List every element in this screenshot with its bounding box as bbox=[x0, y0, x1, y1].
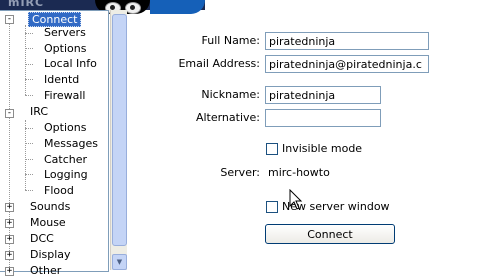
email-address-field[interactable]: piratedninja@piratedninja.c bbox=[265, 55, 429, 73]
scrollbar-thumb[interactable] bbox=[112, 14, 127, 246]
alternative-label: Alternative: bbox=[195, 111, 260, 124]
options-tree[interactable]: - Connect Servers Options Local Info Ide… bbox=[0, 10, 109, 277]
expand-dcc-icon[interactable]: + bbox=[5, 235, 14, 244]
logo-text: mIRC bbox=[8, 0, 45, 9]
full-name-field[interactable]: piratedninja bbox=[265, 32, 429, 50]
expand-display-icon[interactable]: + bbox=[5, 251, 14, 260]
tree-item-dcc[interactable]: DCC bbox=[30, 231, 54, 246]
tree-item-other[interactable]: Other bbox=[30, 263, 61, 278]
server-label: Server: bbox=[220, 166, 260, 179]
connect-button[interactable]: Connect bbox=[265, 224, 395, 244]
invisible-mode-label: Invisible mode bbox=[282, 142, 363, 155]
tree-item-logging[interactable]: Logging bbox=[44, 167, 88, 182]
full-name-label: Full Name: bbox=[201, 34, 260, 47]
tree-item-local-info[interactable]: Local Info bbox=[44, 56, 97, 71]
tree-item-display[interactable]: Display bbox=[30, 247, 71, 262]
new-server-window-checkbox[interactable] bbox=[266, 201, 278, 213]
tree-item-servers[interactable]: Servers bbox=[44, 25, 86, 40]
tree-item-irc-options[interactable]: Options bbox=[44, 120, 86, 135]
nickname-label: Nickname: bbox=[201, 88, 260, 101]
alternative-field[interactable] bbox=[265, 109, 381, 127]
tree-item-irc[interactable]: IRC bbox=[30, 104, 48, 119]
server-value: mirc-howto bbox=[268, 166, 330, 179]
arrow-cursor-icon bbox=[289, 189, 303, 210]
expand-other-icon[interactable]: + bbox=[5, 267, 14, 276]
logo-wing-icon bbox=[150, 0, 205, 14]
collapse-connect-icon[interactable]: - bbox=[5, 15, 14, 24]
tree-item-mouse[interactable]: Mouse bbox=[30, 215, 66, 230]
tree-item-catcher[interactable]: Catcher bbox=[44, 152, 87, 167]
invisible-mode-checkbox[interactable] bbox=[266, 143, 278, 155]
tree-item-connect-options[interactable]: Options bbox=[44, 41, 86, 56]
expand-mouse-icon[interactable]: + bbox=[5, 219, 14, 228]
tree-scrollbar[interactable]: ▼ bbox=[110, 10, 127, 270]
tree-item-messages[interactable]: Messages bbox=[44, 136, 98, 151]
scroll-down-icon[interactable]: ▼ bbox=[112, 254, 127, 270]
tree-item-identd[interactable]: Identd bbox=[44, 72, 79, 87]
collapse-irc-icon[interactable]: - bbox=[5, 109, 14, 118]
tree-item-flood[interactable]: Flood bbox=[44, 183, 74, 198]
email-address-label: Email Address: bbox=[178, 57, 260, 70]
expand-sounds-icon[interactable]: + bbox=[5, 203, 14, 212]
nickname-field[interactable]: piratedninja bbox=[265, 86, 381, 104]
tree-item-firewall[interactable]: Firewall bbox=[44, 88, 85, 103]
tree-item-sounds[interactable]: Sounds bbox=[30, 199, 70, 214]
